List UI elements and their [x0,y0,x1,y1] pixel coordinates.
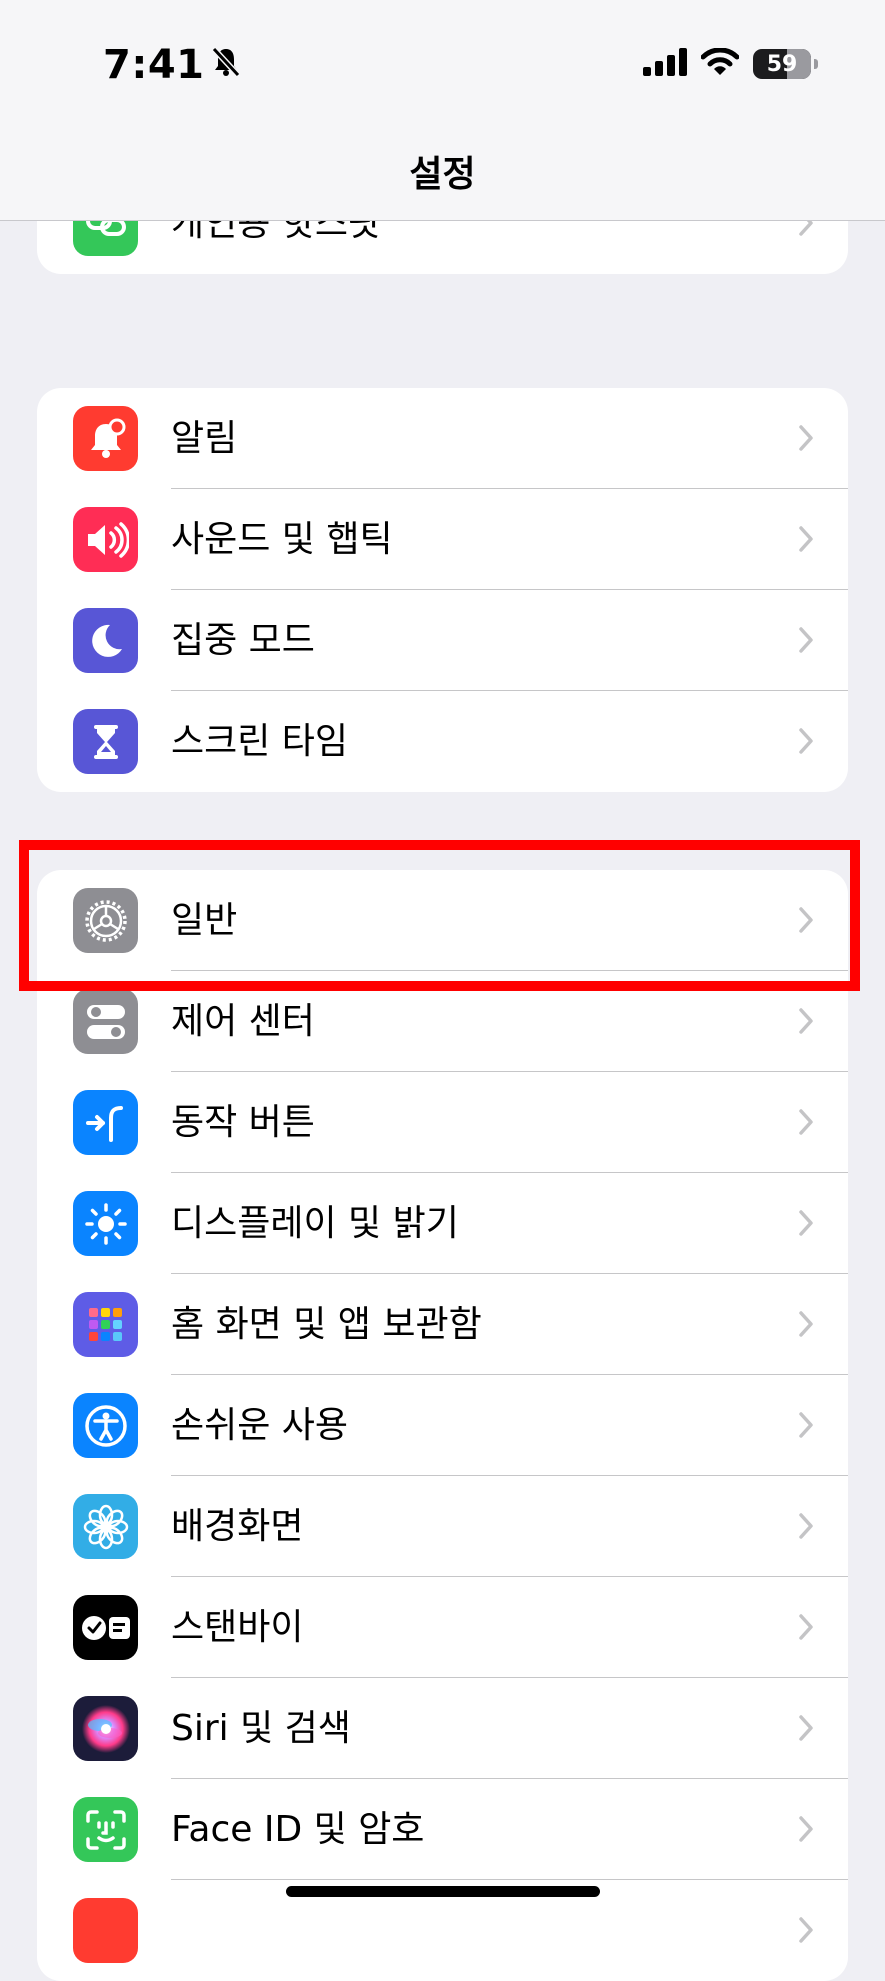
hourglass-icon [73,709,138,774]
settings-row-label: 스탠바이 [171,1607,304,1648]
navigation-bar: 7:41 59 설정 [0,0,885,221]
focus-moon-icon [73,608,138,673]
settings-row-label: 제어 센터 [171,1001,315,1042]
settings-row[interactable]: 집중 모드 [37,590,848,691]
settings-row-label: 스크린 타임 [171,721,349,762]
chevron-right-icon [798,1310,814,1342]
settings-row[interactable]: 디스플레이 및 밝기 [37,1173,848,1274]
home-indicator [286,1886,600,1897]
settings-row[interactable]: 사운드 및 햅틱 [37,489,848,590]
battery-icon: 59 [753,49,818,79]
emergency-sos-icon [73,1898,138,1963]
siri-icon [73,1696,138,1761]
notifications-icon [73,406,138,471]
settings-row-label: 디스플레이 및 밝기 [171,1203,459,1244]
settings-row[interactable]: 손쉬운 사용 [37,1375,848,1476]
sound-icon [73,507,138,572]
wallpaper-flower-icon [73,1494,138,1559]
chevron-right-icon [798,1209,814,1241]
accessibility-icon [73,1393,138,1458]
status-bar-time: 7:41 [103,42,241,88]
settings-row-label: 사운드 및 햅틱 [171,519,393,560]
chevron-right-icon [798,1815,814,1847]
chevron-right-icon [798,424,814,456]
home-screen-grid-icon [73,1292,138,1357]
chevron-right-icon [798,727,814,759]
cellular-signal-icon [643,48,687,80]
chevron-right-icon [798,1916,814,1948]
chevron-right-icon [798,626,814,658]
action-button-icon [73,1090,138,1155]
chevron-right-icon [798,1007,814,1039]
chevron-right-icon [798,906,814,938]
settings-row-label: 배경화면 [171,1506,304,1547]
settings-row[interactable]: 제어 센터 [37,971,848,1072]
status-icons: 59 [643,47,818,80]
settings-row[interactable]: 스탠바이 [37,1577,848,1678]
settings-row-label: 집중 모드 [171,620,315,661]
face-id-icon [73,1797,138,1862]
settings-row-label: 일반 [171,900,238,941]
chevron-right-icon [798,1512,814,1544]
settings-group: 알림사운드 및 햅틱집중 모드스크린 타임 [37,388,848,792]
settings-row[interactable]: 일반 [37,870,848,971]
silent-mode-bell-icon [211,42,241,88]
settings-row[interactable]: 동작 버튼 [37,1072,848,1173]
settings-row[interactable]: 배경화면 [37,1476,848,1577]
settings-row[interactable]: Face ID 및 암호 [37,1779,848,1880]
settings-row-label: 홈 화면 및 앱 보관함 [171,1304,482,1345]
chevron-right-icon [798,525,814,557]
chevron-right-icon [798,1714,814,1746]
settings-row-label: 알림 [171,418,238,459]
wifi-icon [700,47,740,80]
settings-row[interactable]: Siri 및 검색 [37,1678,848,1779]
time-text: 7:41 [103,42,205,88]
settings-row[interactable]: 홈 화면 및 앱 보관함 [37,1274,848,1375]
standby-icon [73,1595,138,1660]
chevron-right-icon [798,1411,814,1443]
settings-row-label: 손쉬운 사용 [171,1405,349,1446]
settings-row[interactable]: 스크린 타임 [37,691,848,792]
settings-group: 일반제어 센터동작 버튼디스플레이 및 밝기홈 화면 및 앱 보관함손쉬운 사용… [37,870,848,1981]
chevron-right-icon [798,1108,814,1140]
settings-row[interactable]: 알림 [37,388,848,489]
page-title: 설정 [409,154,476,195]
gear-icon [73,888,138,953]
control-center-icon [73,989,138,1054]
brightness-icon [73,1191,138,1256]
settings-row-label: Face ID 및 암호 [171,1809,425,1850]
battery-percentage: 59 [766,51,798,77]
chevron-right-icon [798,1613,814,1645]
settings-row-label: 동작 버튼 [171,1102,315,1143]
settings-row-label: Siri 및 검색 [171,1708,351,1749]
